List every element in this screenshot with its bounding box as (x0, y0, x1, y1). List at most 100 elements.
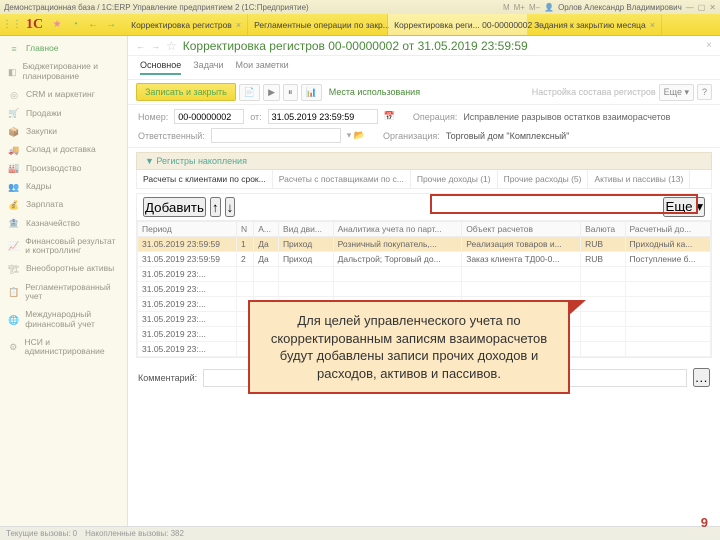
user-icon: 👤 (544, 3, 554, 12)
people-icon: 👥 (8, 182, 20, 192)
close-page-icon[interactable]: × (706, 40, 712, 51)
mem-mminus-icon: M– (529, 3, 540, 12)
box-icon: 📦 (8, 127, 20, 137)
tab-1[interactable]: Регламентные операции по закр...× (248, 14, 388, 35)
sidebar-item[interactable]: 👥Кадры (0, 178, 127, 196)
globe-icon: 🌐 (8, 315, 19, 325)
close-window-icon[interactable]: ✕ (709, 3, 716, 12)
sidebar-item[interactable]: 🛒Продажи (0, 104, 127, 122)
asset-icon: 🏗 (8, 264, 20, 274)
favorite-icon[interactable]: ☆ (166, 39, 177, 53)
status-current: Текущие вызовы: 0 (6, 529, 77, 538)
sidebar-item[interactable]: 🏭Производство (0, 159, 127, 177)
responsible-label: Ответственный: (138, 131, 205, 141)
regtab-2[interactable]: Прочие доходы (1) (411, 170, 498, 188)
minimize-icon[interactable]: — (686, 3, 694, 12)
page-subtabs: Основное Задачи Мои заметки (128, 56, 720, 80)
regtab-3[interactable]: Прочие расходы (5) (498, 170, 589, 188)
sidebar-item[interactable]: ◎CRM и маркетинг (0, 86, 127, 104)
sidebar-item[interactable]: 🚚Склад и доставка (0, 141, 127, 159)
up-button[interactable]: ↑ (210, 197, 221, 217)
sidebar-item[interactable]: ≡Главное (0, 40, 127, 58)
subtab-notes[interactable]: Мои заметки (235, 60, 288, 75)
tab-3[interactable]: Задания к закрытию месяца× (528, 14, 662, 35)
highlight-frame (430, 194, 698, 214)
slide-number: 9 (701, 515, 708, 530)
tab-0[interactable]: Корректировка регистров× (125, 14, 248, 35)
post-button[interactable]: ▶ (263, 84, 280, 101)
doc-form: Номер: от: 📅 Операция: Исправление разры… (128, 105, 720, 148)
sidebar-item[interactable]: 🌐Международный финансовый учет (0, 306, 127, 334)
tab-2[interactable]: Корректировка реги... 00-00000002× (388, 14, 528, 35)
home-icon: ≡ (8, 44, 20, 54)
subtab-tasks[interactable]: Задачи (193, 60, 223, 75)
main-pane: ← → ☆ Корректировка регистров 00-0000000… (128, 36, 720, 526)
clock-icon[interactable]: ◔ (67, 17, 83, 33)
places-link[interactable]: Места использования (329, 87, 420, 97)
calendar-icon[interactable]: 📅 (384, 111, 395, 122)
sidebar-item[interactable]: 💰Зарплата (0, 196, 127, 214)
comment-expand-button[interactable]: … (693, 368, 710, 387)
close-icon[interactable]: × (236, 20, 241, 30)
sidebar-item[interactable]: 📈Финансовый результат и контроллинг (0, 233, 127, 261)
col-header[interactable]: Аналитика учета по парт... (333, 222, 462, 237)
table-row[interactable]: 31.05.2019 23:... (138, 267, 711, 282)
crm-icon: ◎ (8, 90, 20, 100)
callout-note: Для целей управленческого учета по скорр… (248, 300, 570, 394)
comment-label: Комментарий: (138, 373, 197, 383)
sidebar-item[interactable]: 🏗Внеоборотные активы (0, 260, 127, 278)
table-row[interactable]: 31.05.2019 23:59:592ДаПриходДальстрой; Т… (138, 252, 711, 267)
regtab-4[interactable]: Активы и пассивы (13) (588, 170, 690, 188)
date-input[interactable] (268, 109, 378, 124)
sidebar-item[interactable]: 📦Закупки (0, 123, 127, 141)
star-icon[interactable]: ★ (49, 17, 65, 33)
maximize-icon[interactable]: ▢ (698, 3, 706, 12)
down-button[interactable]: ↓ (225, 197, 236, 217)
sidebar-item[interactable]: ⚙НСИ и администрирование (0, 334, 127, 362)
window-titlebar: Демонстрационная база / 1С:ERP Управлени… (0, 0, 720, 14)
more-button[interactable]: Еще ▾ (659, 84, 694, 101)
nav-back-icon[interactable]: ← (136, 41, 145, 51)
table-row[interactable]: 31.05.2019 23:59:591ДаПриходРозничный по… (138, 237, 711, 252)
bank-icon: 🏦 (8, 218, 20, 228)
sidebar-item[interactable]: 📋Регламентированный учет (0, 279, 127, 307)
report-button[interactable]: 📊 (301, 84, 322, 101)
col-header[interactable]: А... (254, 222, 279, 237)
nav-fwd-icon[interactable]: → (151, 41, 160, 51)
sidebar-item[interactable]: ◧Бюджетирование и планирование (0, 58, 127, 86)
unpost-button[interactable]: ⏸ (283, 84, 298, 101)
col-header[interactable]: Вид дви... (278, 222, 333, 237)
back-icon[interactable]: ← (85, 17, 101, 33)
table-row[interactable]: 31.05.2019 23:... (138, 282, 711, 297)
user-name: Орлов Александр Владимирович (558, 3, 682, 12)
section-registers[interactable]: ▼ Регистры накопления (136, 152, 712, 170)
close-icon[interactable]: × (650, 20, 655, 30)
truck-icon: 🚚 (8, 145, 20, 155)
add-row-button[interactable]: Добавить (143, 197, 206, 217)
regtab-0[interactable]: Расчеты с клиентами по срок... (137, 170, 273, 188)
subtab-main[interactable]: Основное (140, 60, 181, 75)
help-button[interactable]: ? (697, 84, 712, 100)
cart-icon: 🛒 (8, 108, 20, 118)
operation-label: Операция: (413, 112, 457, 122)
col-header[interactable]: N (236, 222, 253, 237)
menu-icon[interactable]: ⋮⋮ (4, 17, 20, 33)
col-header[interactable]: Объект расчетов (462, 222, 581, 237)
col-header[interactable]: Валюта (581, 222, 625, 237)
write-button[interactable]: 📄 (239, 84, 260, 101)
forward-icon[interactable]: → (103, 17, 119, 33)
operation-value: Исправление разрывов остатков взаиморасч… (463, 112, 670, 122)
regtab-1[interactable]: Расчеты с поставщиками по с... (273, 170, 411, 188)
chart-icon: ◧ (8, 67, 17, 77)
number-input[interactable] (174, 109, 244, 124)
sidebar-item[interactable]: 🏦Казначейство (0, 214, 127, 232)
col-header[interactable]: Период (138, 222, 237, 237)
window-title: Демонстрационная база / 1С:ERP Управлени… (4, 3, 309, 12)
registers-config[interactable]: Настройка состава регистров (532, 87, 656, 97)
doc-icon: 📋 (8, 287, 19, 297)
org-label: Организация: (383, 131, 440, 141)
col-header[interactable]: Расчетный до... (625, 222, 710, 237)
responsible-input[interactable] (211, 128, 341, 143)
save-close-button[interactable]: Записать и закрыть (136, 83, 236, 101)
select-icon[interactable]: ▾ 📂 (347, 130, 365, 141)
